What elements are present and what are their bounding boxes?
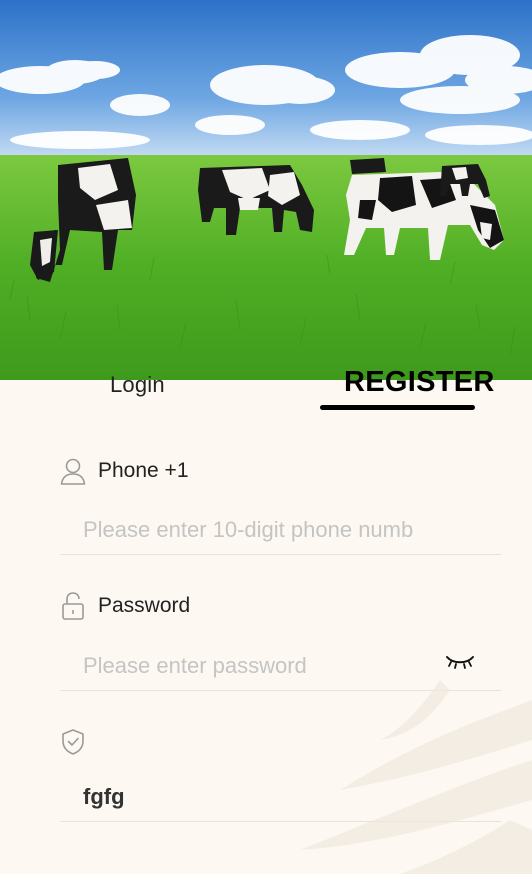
tab-register[interactable]: REGISTER <box>344 366 495 399</box>
eye-closed-icon[interactable] <box>445 654 475 670</box>
password-input[interactable] <box>60 641 501 691</box>
code-field <box>60 727 501 822</box>
phone-label: Phone +1 <box>98 459 189 482</box>
auth-tabs: Login REGISTER <box>0 362 532 414</box>
verification-code-input[interactable] <box>60 772 501 822</box>
password-label-row: Password <box>60 591 501 621</box>
shield-check-icon <box>60 727 86 757</box>
phone-label-row: Phone +1 <box>60 456 501 486</box>
hero-image <box>0 0 532 380</box>
code-label-row <box>60 727 501 757</box>
lock-icon <box>60 591 86 621</box>
tab-login[interactable]: Login <box>110 372 165 398</box>
active-tab-indicator <box>320 405 475 410</box>
user-icon <box>60 456 86 486</box>
phone-field: Phone +1 <box>60 456 501 555</box>
password-field: Password <box>60 591 501 691</box>
password-label: Password <box>98 594 191 617</box>
phone-input[interactable] <box>60 505 501 555</box>
